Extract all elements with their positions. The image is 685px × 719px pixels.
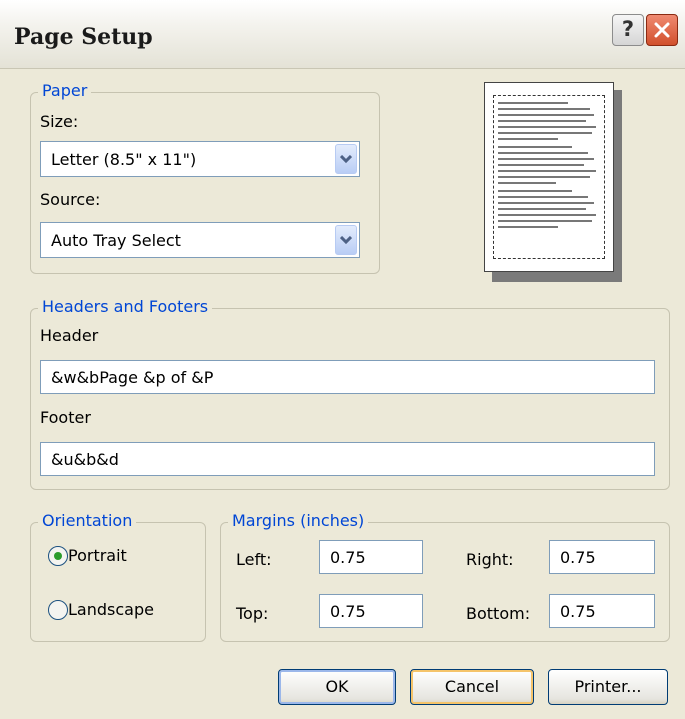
source-dropdown-button[interactable] (335, 225, 357, 255)
question-mark-icon: ? (621, 17, 635, 41)
bottom-margin-label: Bottom: (466, 604, 531, 623)
landscape-label[interactable]: Landscape (68, 600, 154, 619)
orientation-legend: Orientation (38, 511, 137, 530)
close-icon (654, 22, 670, 38)
page-setup-dialog: Page Setup ? Paper Size: Letter (8.5" x … (0, 0, 685, 719)
header-label: Header (40, 326, 99, 345)
ok-button[interactable]: OK (278, 669, 396, 705)
printer-button[interactable]: Printer... (548, 669, 668, 705)
source-label: Source: (40, 190, 101, 209)
right-margin-label: Right: (466, 550, 514, 569)
paper-legend: Paper (38, 81, 92, 100)
chevron-down-icon (340, 236, 352, 245)
footer-label: Footer (40, 408, 91, 427)
portrait-label[interactable]: Portrait (68, 546, 127, 565)
source-select-value: Auto Tray Select (51, 231, 181, 250)
left-margin-input[interactable]: 0.75 (319, 540, 423, 574)
portrait-radio[interactable] (48, 546, 68, 566)
top-margin-label: Top: (236, 604, 269, 623)
headers-footers-legend: Headers and Footers (38, 297, 213, 316)
chevron-down-icon (340, 155, 352, 164)
footer-input[interactable]: &u&b&d (40, 442, 655, 476)
size-dropdown-button[interactable] (335, 144, 357, 174)
bottom-margin-input[interactable]: 0.75 (549, 594, 655, 628)
orientation-group (30, 522, 206, 642)
cancel-button[interactable]: Cancel (410, 669, 534, 705)
header-input[interactable]: &w&bPage &p of &P (40, 360, 655, 394)
left-margin-label: Left: (236, 550, 272, 569)
close-button[interactable] (646, 14, 678, 46)
radio-selected-dot (54, 552, 62, 560)
page-preview-sheet (484, 82, 614, 272)
landscape-radio[interactable] (48, 600, 68, 620)
size-select[interactable]: Letter (8.5" x 11") (40, 141, 360, 177)
help-button[interactable]: ? (612, 14, 644, 46)
page-preview (484, 82, 622, 282)
dialog-title: Page Setup (14, 24, 153, 50)
source-select[interactable]: Auto Tray Select (40, 222, 360, 258)
right-margin-input[interactable]: 0.75 (549, 540, 655, 574)
size-label: Size: (40, 112, 79, 131)
title-bar[interactable]: Page Setup ? (0, 0, 685, 69)
page-preview-margins (493, 95, 605, 259)
margins-legend: Margins (inches) (228, 511, 369, 530)
size-select-value: Letter (8.5" x 11") (51, 150, 197, 169)
top-margin-input[interactable]: 0.75 (319, 594, 423, 628)
